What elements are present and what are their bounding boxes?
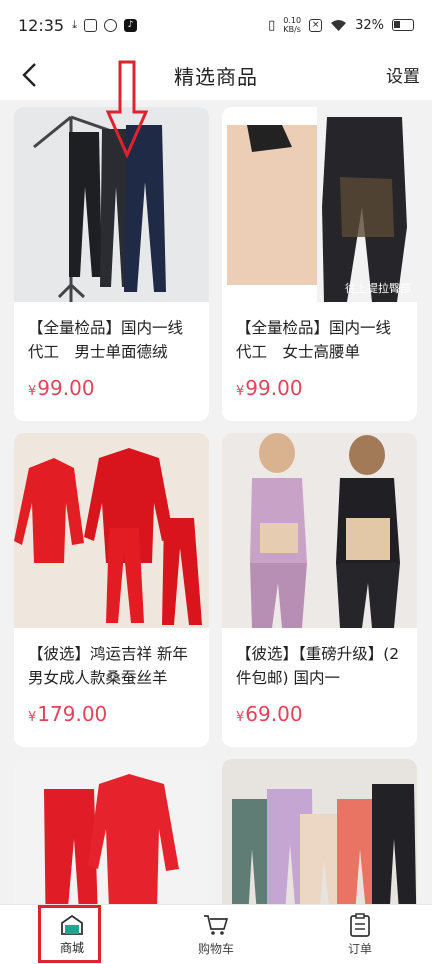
price-value: 69.00	[245, 702, 303, 726]
net-speed-value: 0.10	[283, 16, 302, 25]
product-name: 【全量检品】国内一线代工 女士高腰单	[236, 319, 392, 361]
annotation-highlight-box	[38, 905, 101, 963]
tab-label: 订单	[347, 941, 372, 956]
system-icons: ▯ 0.10 KB/s × 32%	[268, 16, 414, 34]
product-price: ¥179.00	[14, 692, 209, 726]
status-time: 12:35	[18, 15, 65, 35]
product-image	[222, 433, 417, 628]
cart-icon	[204, 914, 229, 935]
product-card[interactable]: 【彼选】【重磅升级】(2件包邮) 国内一 ¥69.00	[222, 433, 417, 747]
annotation-arrow	[105, 60, 149, 159]
tab-cart[interactable]: 购物车	[144, 905, 288, 964]
product-price: ¥99.00	[222, 366, 417, 400]
product-card[interactable]: 【彼选】鸿运吉祥 新年男女成人款桑蚕丝羊 ¥179.00	[14, 433, 209, 747]
price-value: 179.00	[37, 702, 108, 726]
settings-button[interactable]: 设置	[386, 62, 420, 87]
tiktok-icon: ♪	[123, 18, 137, 32]
product-image	[14, 759, 209, 904]
product-name: 【全量检品】国内一线代工 男士单面德绒	[28, 319, 184, 361]
product-grid: 【全量检品】国内一线代工 男士单面德绒 ¥99.00 往上提拉臀部 【全量检品】…	[0, 100, 432, 904]
download-icon: ⤓	[72, 18, 77, 31]
image-caption: 往上提拉臀部	[345, 282, 411, 295]
net-speed-unit: KB/s	[283, 25, 301, 34]
product-card[interactable]	[14, 759, 209, 904]
status-bar: 12:35 ⤓ ♪ ▯ 0.10 KB/s × 32%	[0, 0, 432, 50]
back-button[interactable]	[12, 58, 46, 92]
currency-symbol: ¥	[236, 710, 245, 725]
product-name: 【彼选】【重磅升级】(2件包邮) 国内一	[236, 645, 400, 687]
nav-bar: 精选商品 设置	[0, 50, 432, 100]
battery-percent: 32%	[355, 17, 384, 33]
product-image	[222, 759, 417, 904]
clipboard-icon	[350, 912, 370, 937]
product-name: 【彼选】鸿运吉祥 新年男女成人款桑蚕丝羊	[28, 645, 188, 687]
price-value: 99.00	[245, 376, 303, 400]
product-price: ¥99.00	[14, 366, 209, 400]
wifi-icon	[331, 19, 347, 31]
currency-symbol: ¥	[28, 384, 37, 399]
network-speed: 0.10 KB/s	[283, 16, 301, 34]
currency-symbol: ¥	[28, 710, 37, 725]
currency-symbol: ¥	[236, 384, 245, 399]
product-card[interactable]	[222, 759, 417, 904]
chevron-left-icon	[22, 63, 36, 87]
tab-label: 购物车	[197, 941, 234, 956]
product-card[interactable]: 往上提拉臀部 【全量检品】国内一线代工 女士高腰单 ¥99.00	[222, 107, 417, 421]
vibrate-icon: ▯	[268, 17, 276, 33]
tab-orders[interactable]: 订单	[288, 905, 432, 964]
link-icon	[103, 18, 117, 32]
notification-icons: ⤓ ♪	[72, 18, 137, 32]
product-price: ¥69.00	[222, 692, 417, 726]
product-image	[14, 433, 209, 628]
product-image: 往上提拉臀部	[222, 107, 417, 302]
page-title: 精选商品	[174, 64, 258, 89]
no-sim-icon: ×	[309, 18, 323, 32]
app-notification-icon	[83, 18, 97, 32]
battery-icon	[392, 19, 414, 31]
price-value: 99.00	[37, 376, 95, 400]
